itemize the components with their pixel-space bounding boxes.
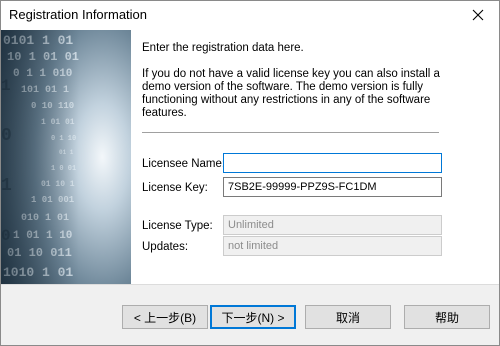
window-title: Registration Information [9,7,148,22]
next-button[interactable]: 下一步(N) > [210,305,296,329]
back-button[interactable]: < 上一步(B) [122,305,208,329]
close-icon [472,9,484,21]
title-bar[interactable]: Registration Information [1,1,499,30]
cancel-button[interactable]: 取消 [305,305,391,329]
updates-field [223,236,442,256]
license-type-label: License Type: [142,220,213,232]
intro-text: Enter the registration data here. [142,42,304,54]
separator [142,132,439,134]
demo-notice-text: If you do not have a valid license key y… [142,68,440,119]
license-key-input[interactable] [223,177,442,197]
binary-code-banner: 0101 1 01 10 1 01 01 0 1 1 010 101 01 1 … [1,30,131,284]
close-button[interactable] [463,3,493,27]
license-type-field [223,215,442,235]
footer-divider [1,284,499,285]
help-button[interactable]: 帮助 [404,305,490,329]
binary-code-graphic: 0101 1 01 10 1 01 01 0 1 1 010 101 01 1 … [1,30,131,284]
licensee-name-input[interactable] [223,153,442,173]
registration-dialog: Registration Information Enter the regis… [0,0,500,346]
licensee-name-label: Licensee Name: [142,158,226,170]
updates-label: Updates: [142,241,189,253]
license-key-label: License Key: [142,182,208,194]
content-panel: 0101 1 01 10 1 01 01 0 1 1 010 101 01 1 … [1,30,499,284]
